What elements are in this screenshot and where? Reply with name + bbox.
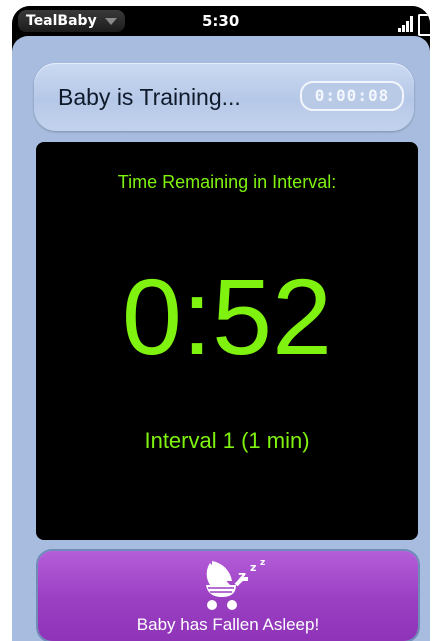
svg-text:z: z	[238, 569, 246, 585]
svg-text:z: z	[250, 561, 256, 574]
svg-text:z: z	[260, 558, 265, 568]
signal-strength-icon	[398, 16, 416, 32]
baby-asleep-button[interactable]: z z z Baby has Fallen Asleep!	[38, 551, 418, 641]
status-time: 5:30	[202, 12, 240, 30]
page-title: Baby is Training...	[58, 84, 241, 110]
device-screen: TealBaby 5:30 Baby is Training... 0:00:0…	[12, 6, 430, 641]
sleeping-stroller-icon: z z z	[206, 558, 265, 610]
app-menu[interactable]: TealBaby	[18, 10, 125, 32]
status-header: Baby is Training... 0:00:08	[34, 63, 414, 131]
battery-icon	[418, 14, 430, 36]
elapsed-time-badge: 0:00:08	[300, 81, 404, 111]
timer-panel: Time Remaining in Interval: 0:52 Interva…	[36, 142, 418, 540]
timer-caption: Time Remaining in Interval:	[117, 172, 337, 192]
asleep-button-label: Baby has Fallen Asleep!	[136, 615, 320, 634]
countdown-value: 0:52	[121, 256, 333, 377]
status-bar: TealBaby 5:30	[12, 6, 430, 36]
chevron-down-icon	[104, 18, 117, 25]
interval-label: Interval 1 (1 min)	[144, 428, 310, 453]
app-menu-label: TealBaby	[26, 13, 97, 29]
app-body: Baby is Training... 0:00:08 Time Remaini…	[12, 36, 430, 641]
